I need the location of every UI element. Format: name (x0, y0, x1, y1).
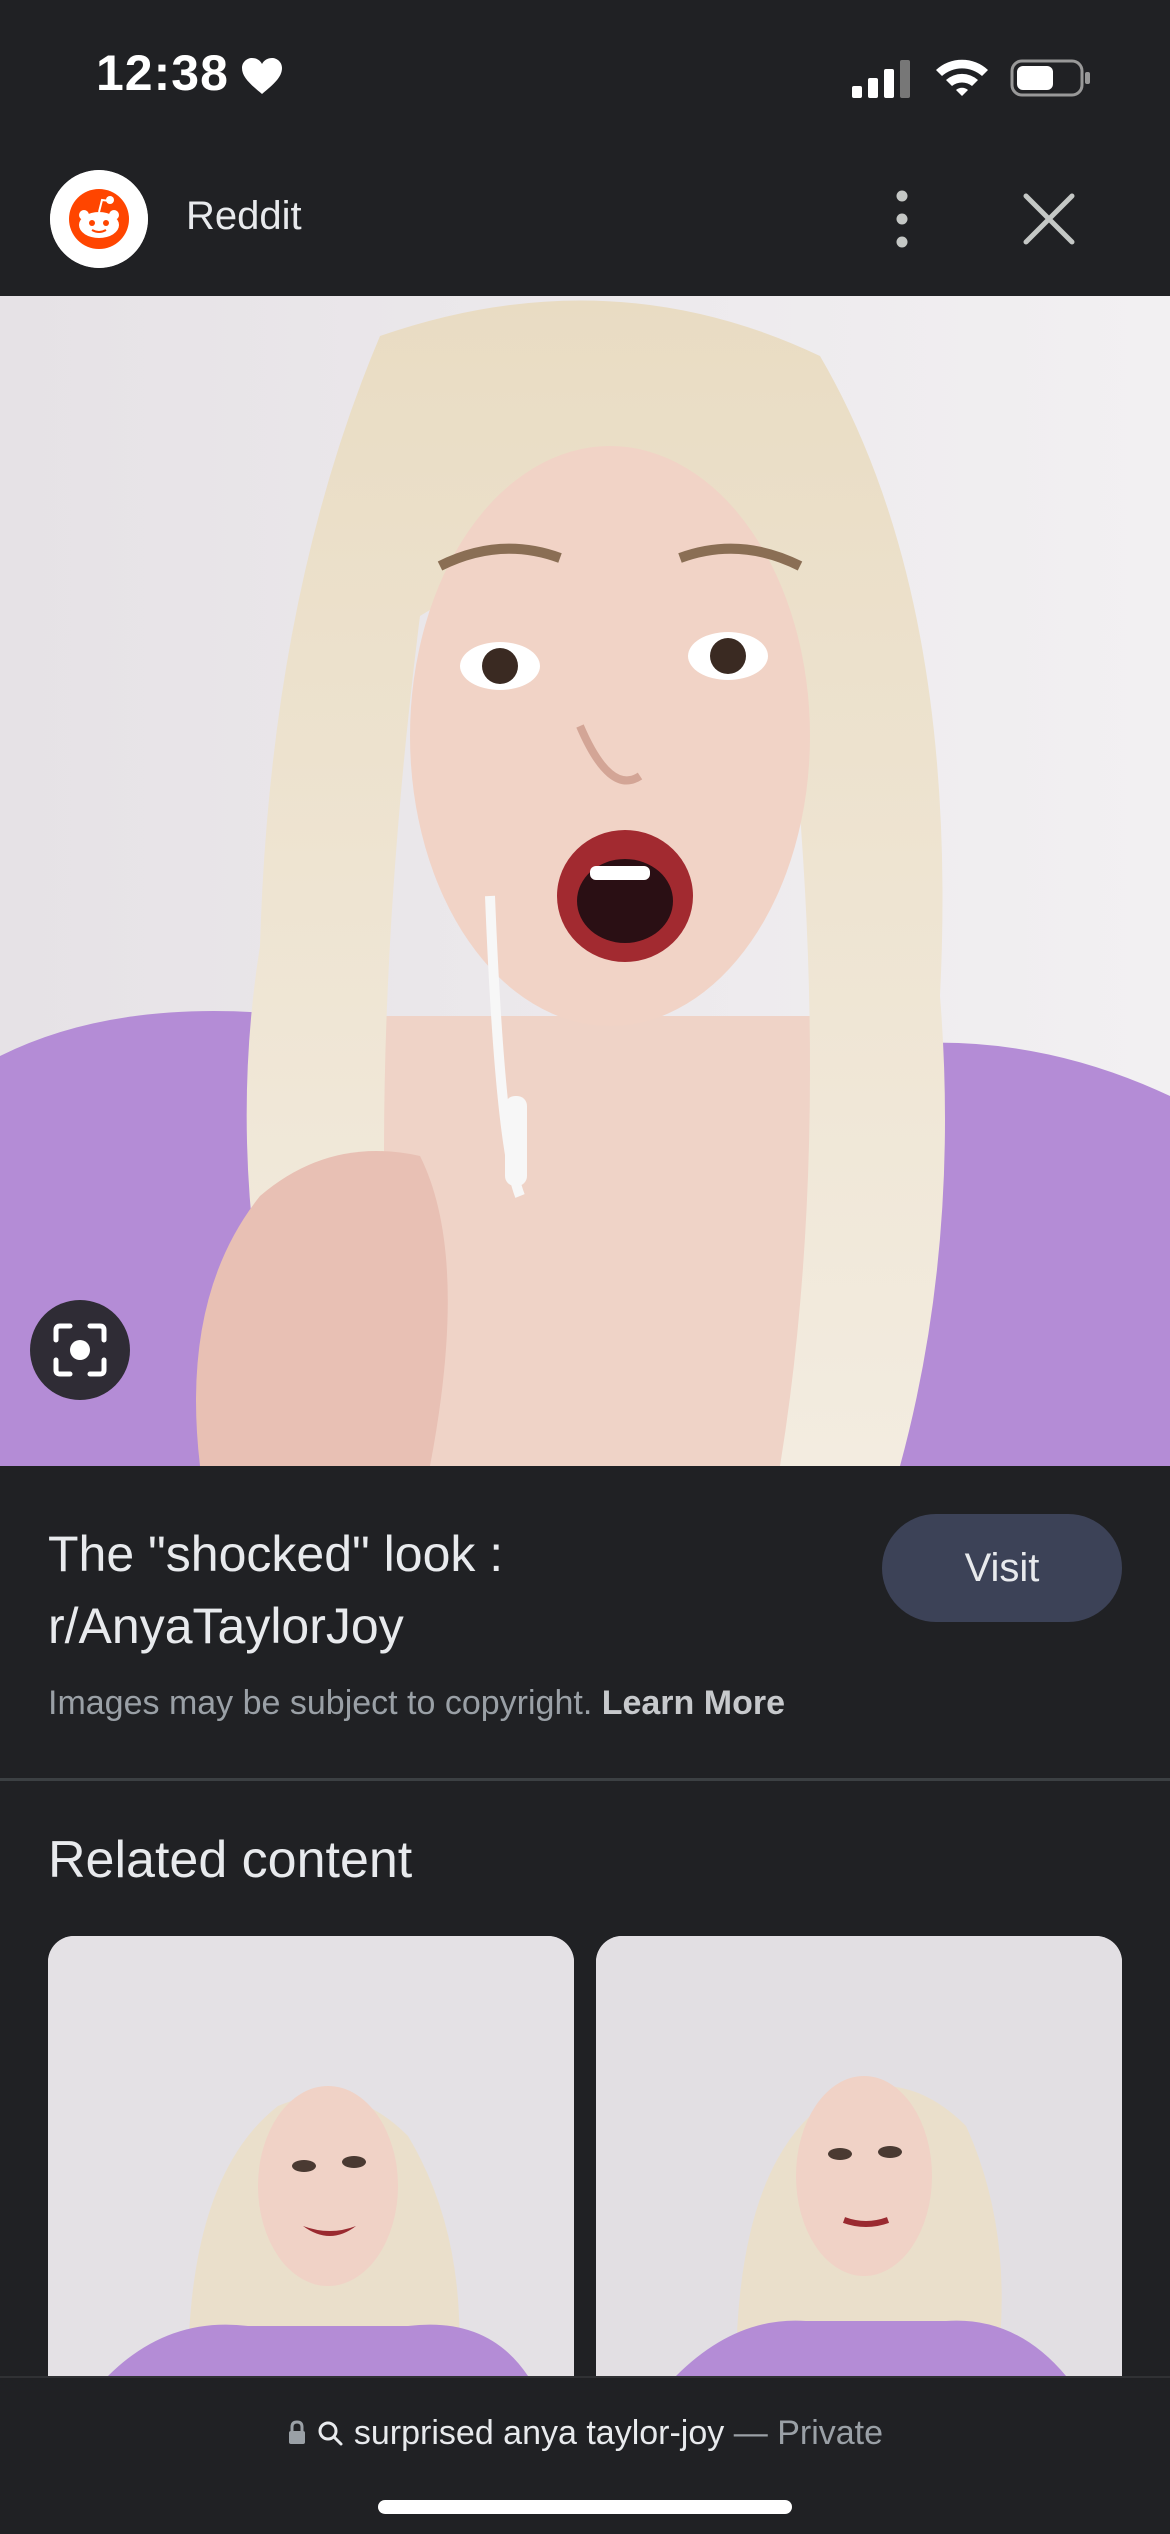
search-icon (318, 2421, 343, 2446)
separator: — (733, 2414, 768, 2452)
visit-button[interactable]: Visit (882, 1514, 1122, 1622)
related-content-title: Related content (48, 1831, 413, 1889)
result-title[interactable]: The "shocked" look : r/AnyaTaylorJoy (48, 1518, 828, 1662)
related-thumbnail-illustration (596, 1936, 1122, 2376)
reddit-logo[interactable] (50, 170, 148, 268)
heart-icon (242, 58, 282, 94)
image-viewer-header: Reddit (0, 150, 1170, 296)
lock-icon (288, 2420, 305, 2444)
wifi-icon (936, 59, 988, 96)
private-mode-label: Private (777, 2414, 884, 2452)
status-bar: 12:38 (0, 0, 1170, 150)
close-icon[interactable] (1020, 190, 1078, 248)
safari-address-bar[interactable]: surprised anya taylor-joy — Private (0, 2376, 1170, 2534)
related-thumbnail[interactable] (48, 1936, 574, 2376)
copyright-notice: Images may be subject to copyright. Lear… (48, 1684, 785, 1723)
main-image-illustration (0, 296, 1170, 1466)
related-thumbnail[interactable] (596, 1936, 1122, 2376)
site-name[interactable]: Reddit (186, 194, 302, 239)
lens-button[interactable] (30, 1300, 130, 1400)
search-query: surprised anya taylor-joy (353, 2414, 725, 2452)
more-vert-icon[interactable] (880, 184, 924, 254)
main-image[interactable] (0, 296, 1170, 1466)
home-indicator[interactable] (378, 2500, 792, 2514)
status-time: 12:38 (96, 45, 229, 101)
cellular-signal-icon (852, 60, 910, 98)
lens-icon (53, 1323, 107, 1377)
battery-icon (1010, 59, 1090, 97)
learn-more-link[interactable]: Learn More (602, 1684, 785, 1722)
image-result-info: The "shocked" look : r/AnyaTaylorJoy Vis… (0, 1466, 1170, 1780)
address-row[interactable]: surprised anya taylor-joy — Private (0, 2414, 1170, 2453)
related-thumbnail-illustration (48, 1936, 574, 2376)
divider (0, 1778, 1170, 1781)
copyright-text: Images may be subject to copyright. (48, 1684, 593, 1722)
